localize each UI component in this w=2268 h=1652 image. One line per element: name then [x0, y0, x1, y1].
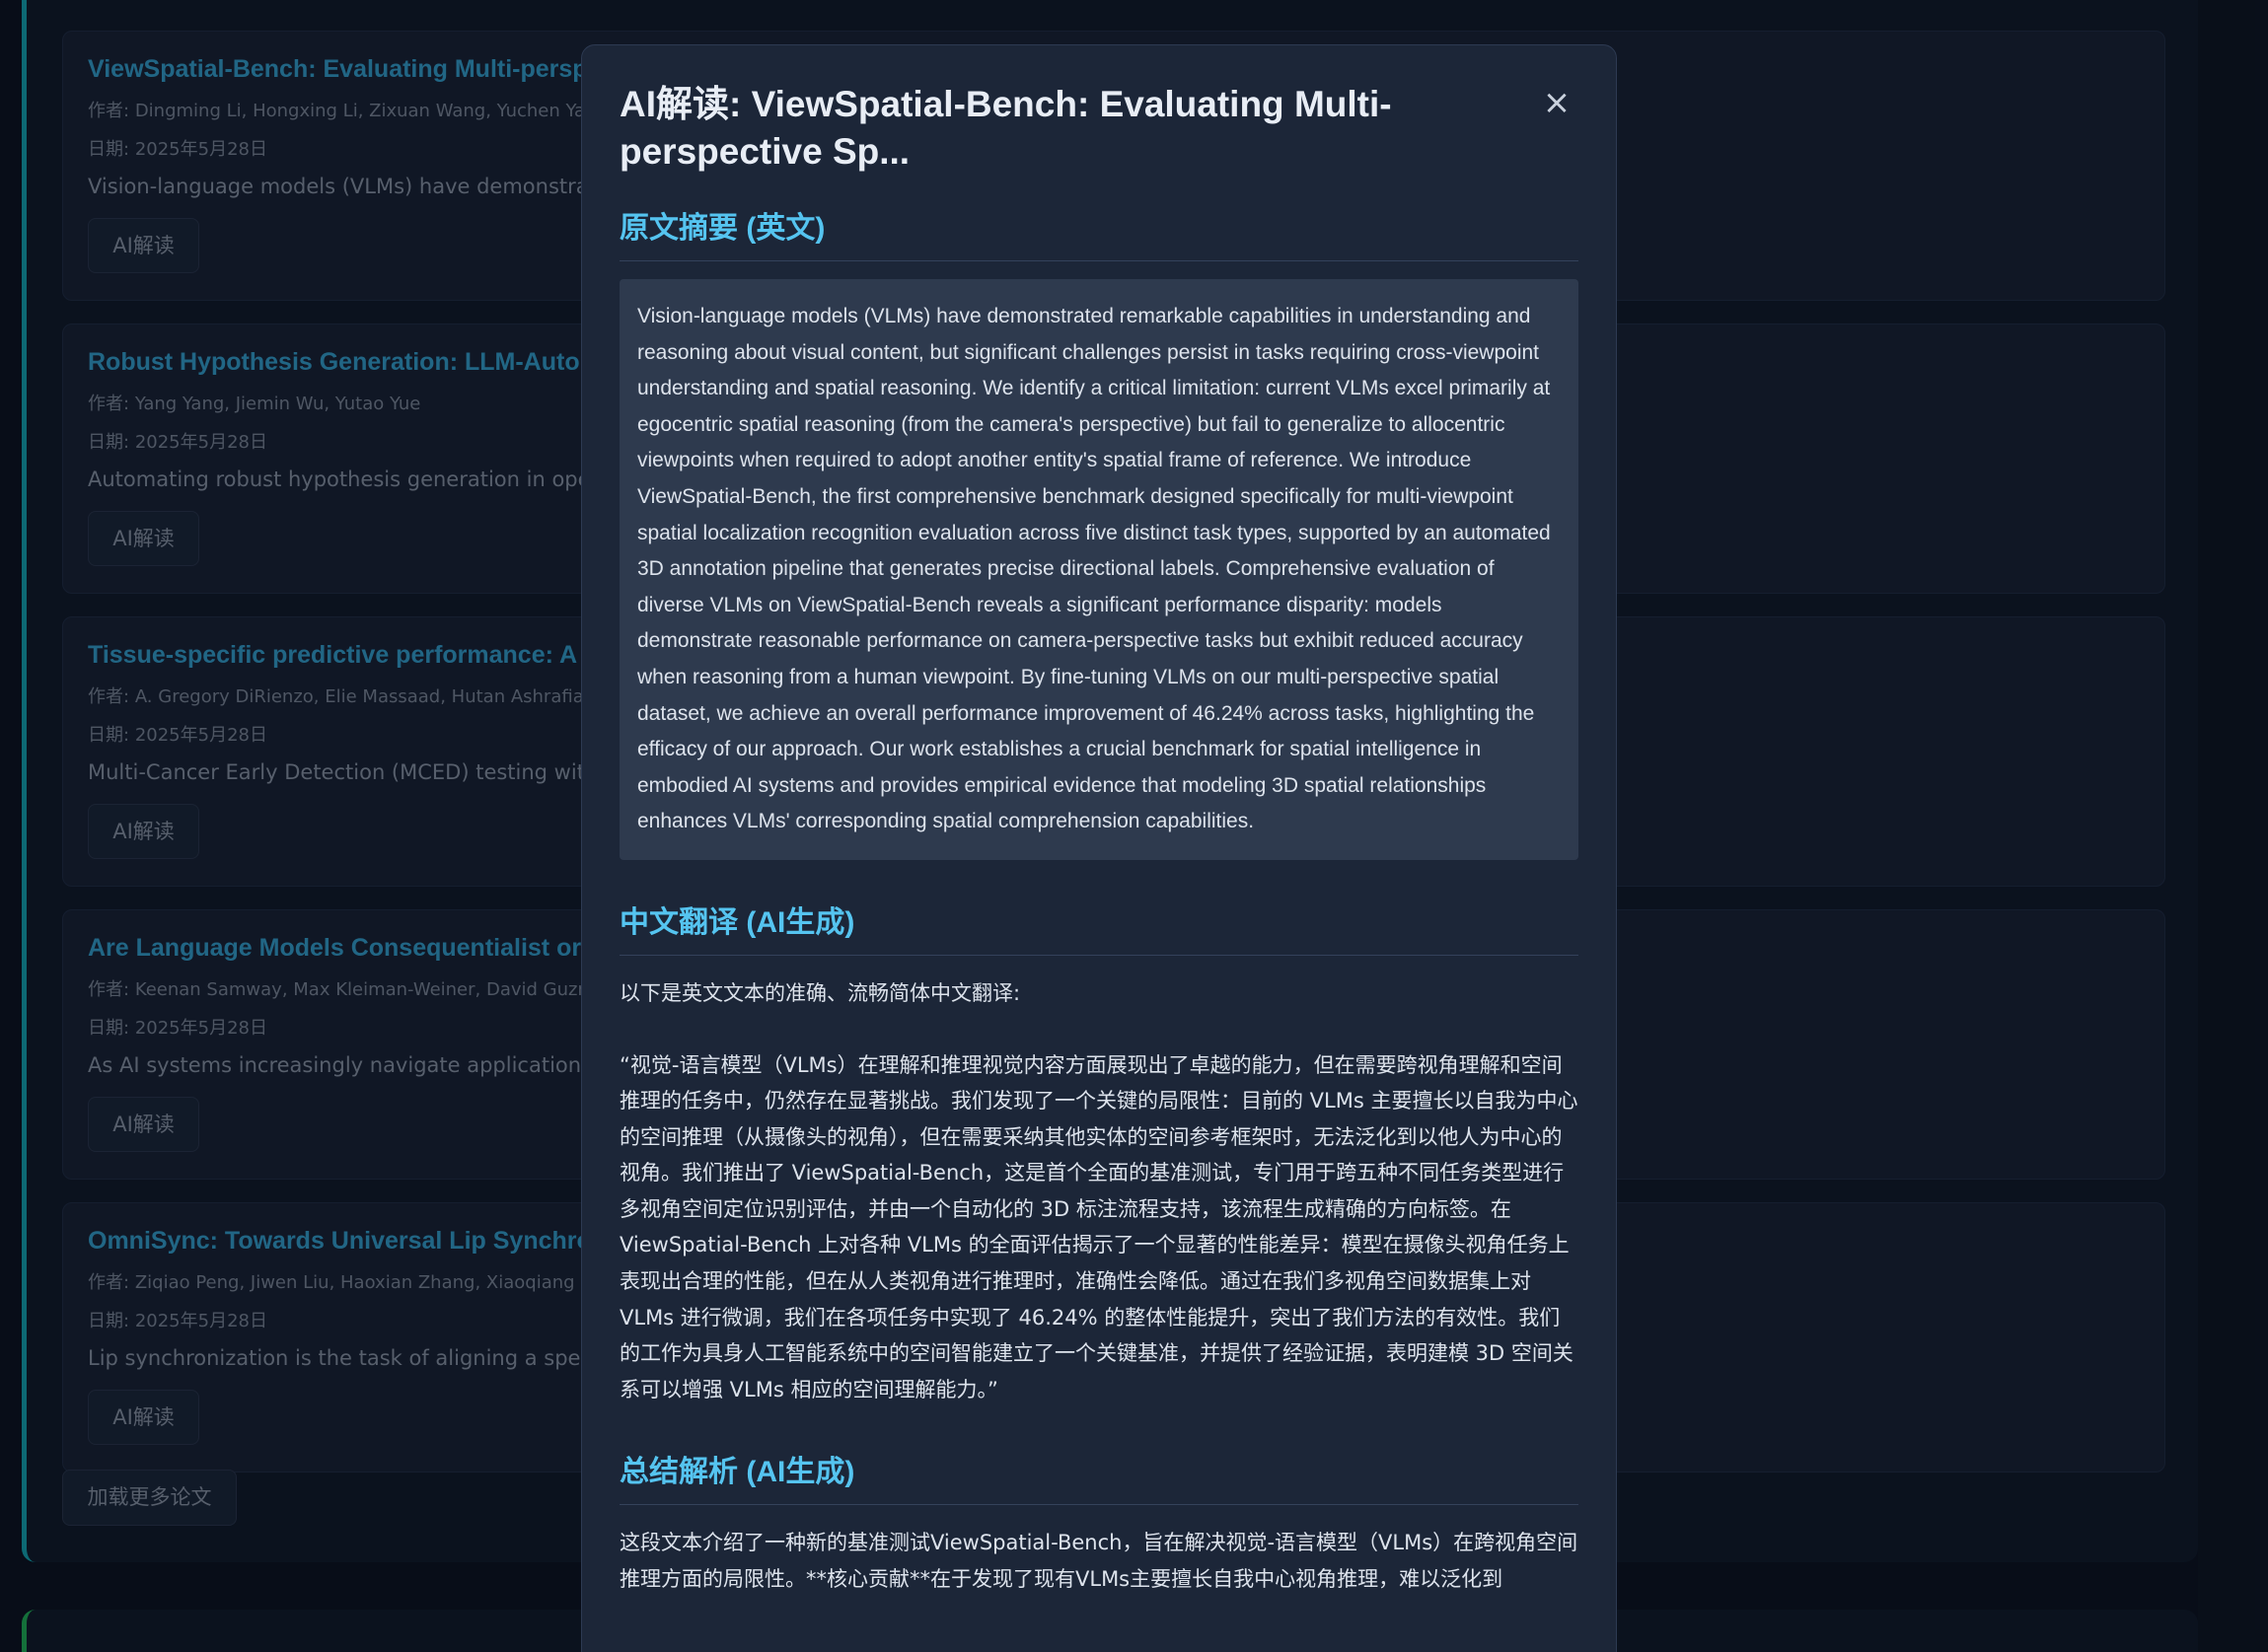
abstract-text: Vision-language models (VLMs) have demon… — [620, 279, 1578, 860]
translation-intro: 以下是英文文本的准确、流畅简体中文翻译: — [620, 980, 1021, 1005]
ai-analysis-modal: AI解读: ViewSpatial-Bench: Evaluating Mult… — [581, 44, 1617, 1652]
translation-text: “视觉-语言模型（VLMs）在理解和推理视觉内容方面展现出了卓越的能力，但在需要… — [620, 1052, 1578, 1401]
translation-heading: 中文翻译 (AI生成) — [620, 898, 1578, 956]
summary-heading: 总结解析 (AI生成) — [620, 1447, 1578, 1506]
abstract-heading: 原文摘要 (英文) — [620, 203, 1578, 261]
modal-title: AI解读: ViewSpatial-Bench: Evaluating Mult… — [620, 84, 1392, 172]
modal-header: AI解读: ViewSpatial-Bench: Evaluating Mult… — [620, 81, 1578, 176]
summary-text: 这段文本介绍了一种新的基准测试ViewSpatial-Bench，旨在解决视觉-… — [620, 1531, 1578, 1592]
close-icon[interactable]: × — [1537, 83, 1576, 122]
